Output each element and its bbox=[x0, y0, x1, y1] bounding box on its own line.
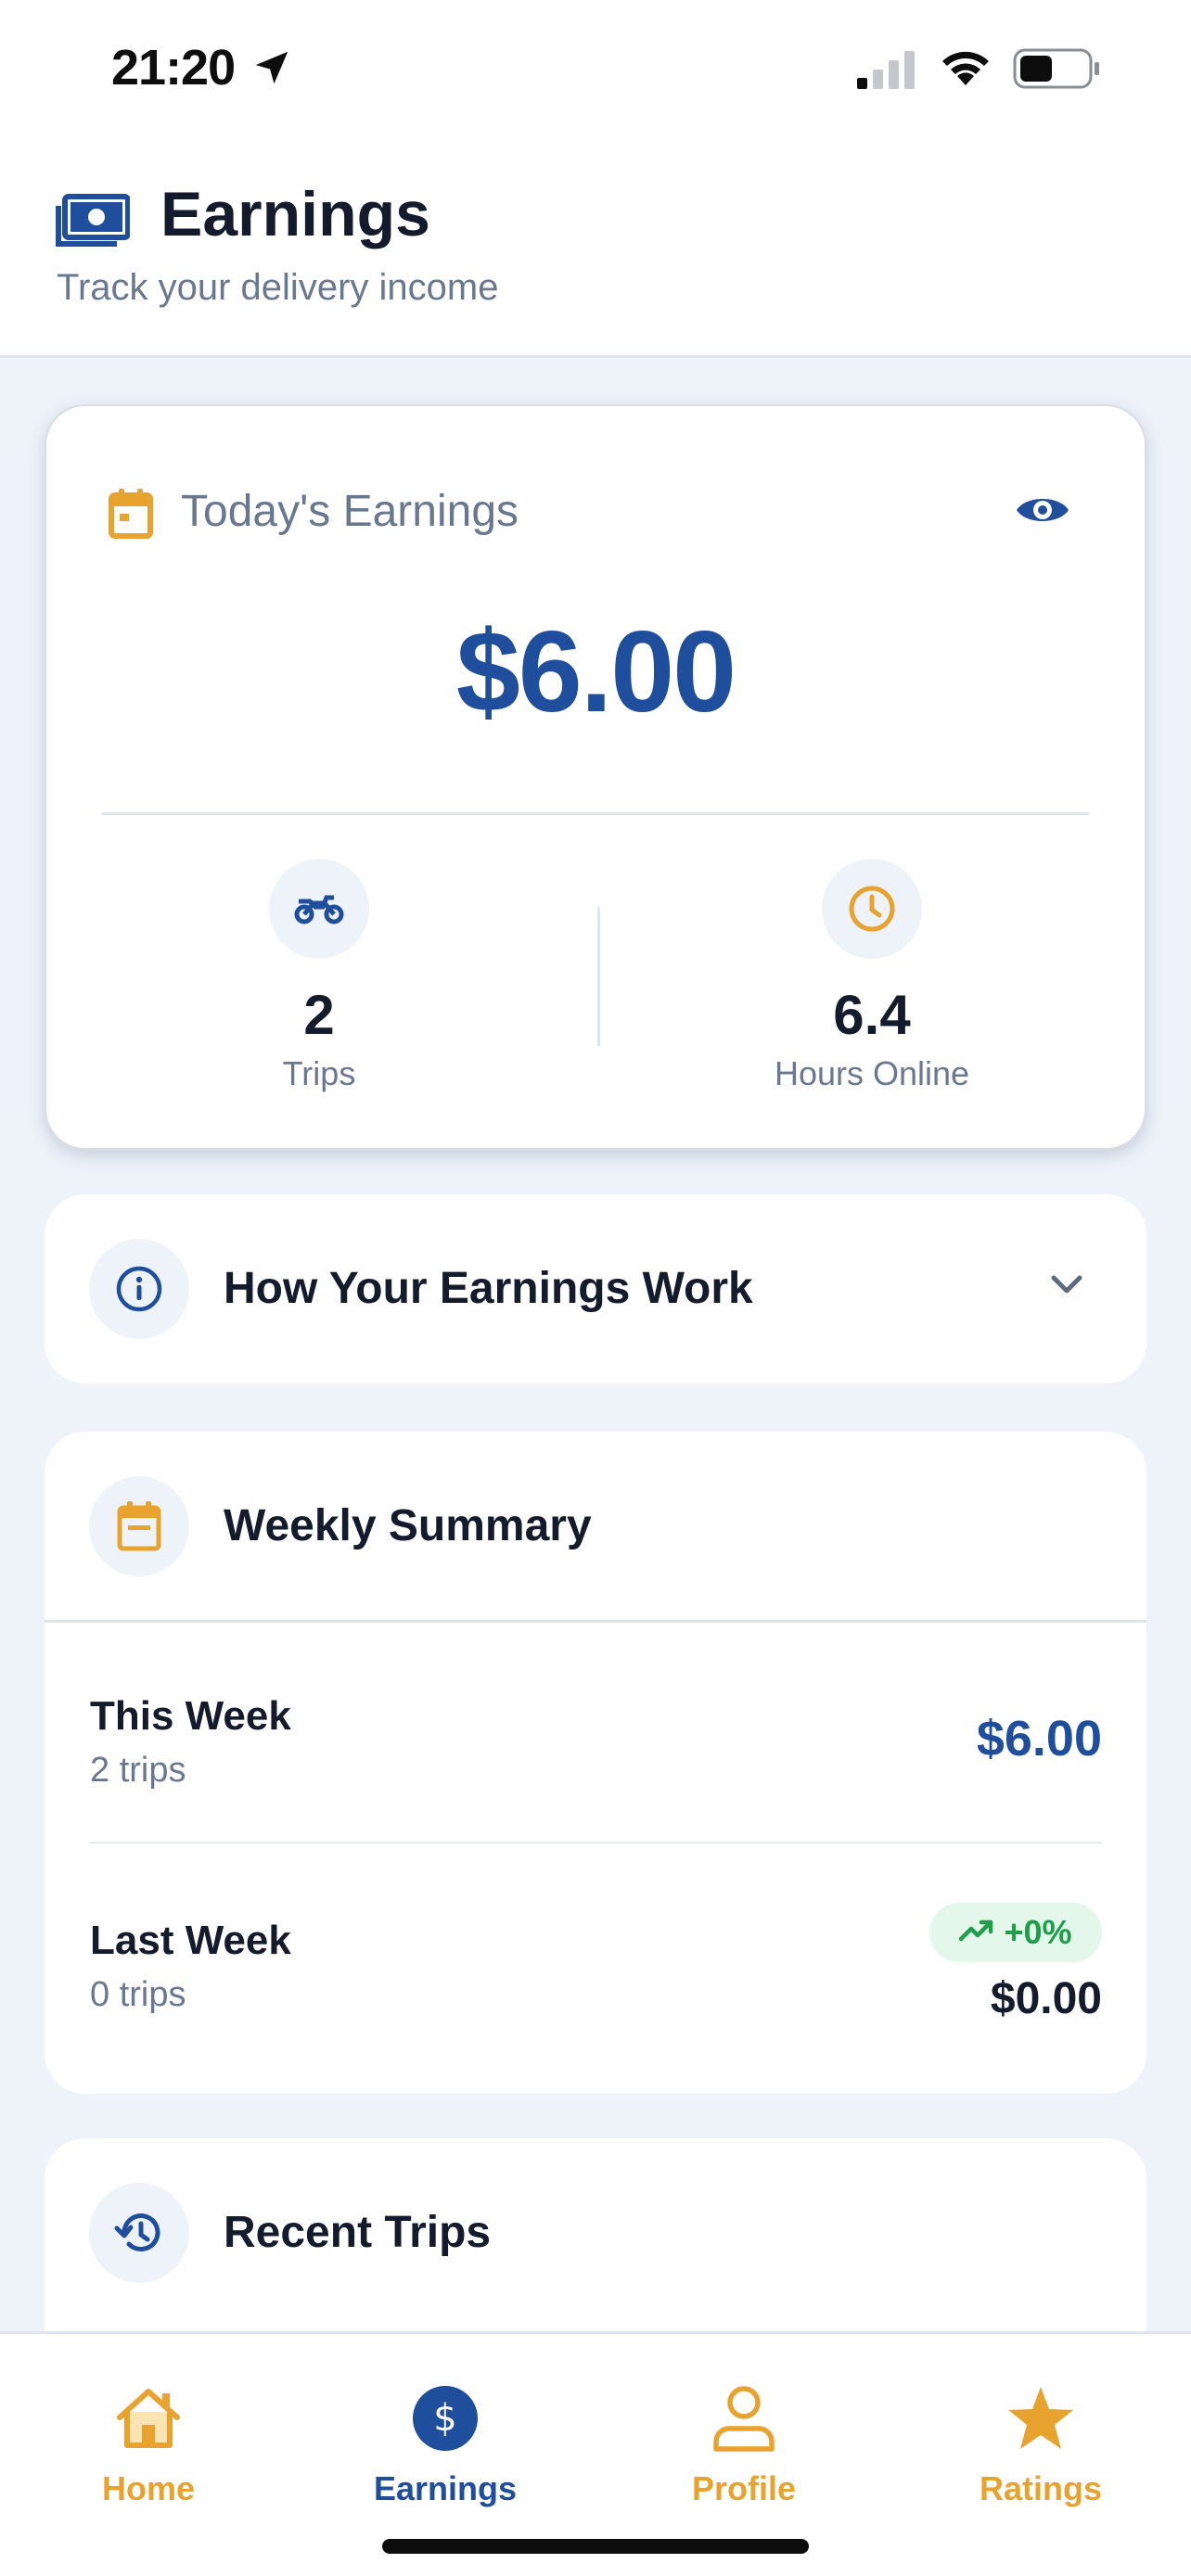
tab-profile[interactable]: Profile bbox=[623, 2377, 864, 2508]
how-earnings-work-accordion[interactable]: How Your Earnings Work bbox=[45, 1194, 1146, 1384]
hours-online-stat: 6.4 Hours Online bbox=[686, 859, 1057, 1093]
tab-ratings[interactable]: Ratings bbox=[920, 2377, 1161, 2508]
eye-icon[interactable] bbox=[1015, 491, 1070, 533]
money-bill-icon bbox=[56, 193, 131, 253]
tab-home-label: Home bbox=[101, 2469, 196, 2507]
divider bbox=[102, 812, 1089, 815]
divider bbox=[45, 1620, 1146, 1623]
svg-text:$: $ bbox=[433, 2397, 456, 2440]
this-week-amount: $6.00 bbox=[976, 1711, 1102, 1766]
cellular-signal-icon bbox=[855, 48, 916, 96]
hours-online-label: Hours Online bbox=[774, 1054, 970, 1092]
tab-profile-label: Profile bbox=[691, 2469, 797, 2507]
calendar-icon bbox=[108, 488, 154, 544]
last-week-trips: 0 trips bbox=[90, 1975, 186, 2014]
todays-earnings-label: Today's Earnings bbox=[181, 487, 519, 536]
info-icon bbox=[89, 1239, 189, 1339]
todays-earnings-amount: $6.00 bbox=[455, 608, 736, 736]
page-header: Earnings Track your delivery income bbox=[0, 139, 1191, 358]
hours-online-value: 6.4 bbox=[833, 984, 911, 1046]
home-indicator[interactable] bbox=[382, 2539, 809, 2554]
stat-separator bbox=[597, 907, 600, 1046]
trending-up-icon bbox=[959, 1919, 994, 1947]
status-bar: 21:20 bbox=[0, 0, 1191, 139]
how-earnings-work-title: How Your Earnings Work bbox=[224, 1264, 753, 1313]
recent-trips-title: Recent Trips bbox=[224, 2208, 492, 2257]
battery-icon bbox=[1013, 48, 1102, 94]
trips-value: 2 bbox=[303, 984, 335, 1046]
location-arrow-icon bbox=[250, 46, 293, 94]
dollar-icon: $ bbox=[325, 2377, 566, 2460]
star-icon bbox=[920, 2377, 1161, 2460]
tab-earnings-label: Earnings bbox=[373, 2469, 518, 2507]
tab-ratings-label: Ratings bbox=[979, 2469, 1102, 2507]
todays-earnings-card: Today's Earnings $6.00 2 Trips 6.4 Hours… bbox=[45, 404, 1146, 1150]
history-icon bbox=[89, 2183, 189, 2283]
trips-label: Trips bbox=[282, 1054, 356, 1092]
trend-badge: +0% bbox=[929, 1903, 1102, 1962]
weekly-summary-card: Weekly Summary This Week 2 trips $6.00 L… bbox=[45, 1432, 1146, 2094]
person-icon bbox=[623, 2377, 864, 2460]
tab-earnings[interactable]: $ Earnings bbox=[325, 2377, 566, 2508]
calendar-icon bbox=[89, 1476, 189, 1576]
tab-home[interactable]: Home bbox=[28, 2377, 269, 2508]
this-week-trips: 2 trips bbox=[90, 1751, 186, 1790]
this-week-title: This Week bbox=[90, 1693, 291, 1739]
trend-value: +0% bbox=[1004, 1913, 1072, 1951]
trips-stat: 2 Trips bbox=[134, 859, 505, 1093]
status-time: 21:20 bbox=[111, 40, 236, 96]
page-subtitle: Track your delivery income bbox=[57, 267, 499, 308]
motorcycle-icon bbox=[269, 859, 369, 959]
page-title: Earnings bbox=[160, 179, 430, 249]
clock-icon bbox=[822, 859, 922, 959]
last-week-title: Last Week bbox=[90, 1918, 291, 1963]
last-week-amount: $0.00 bbox=[990, 1974, 1102, 2023]
weekly-summary-title: Weekly Summary bbox=[224, 1501, 592, 1550]
chevron-down-icon[interactable] bbox=[1048, 1272, 1085, 1303]
home-icon bbox=[28, 2377, 269, 2460]
wifi-icon bbox=[937, 45, 994, 94]
row-divider bbox=[89, 1842, 1102, 1843]
